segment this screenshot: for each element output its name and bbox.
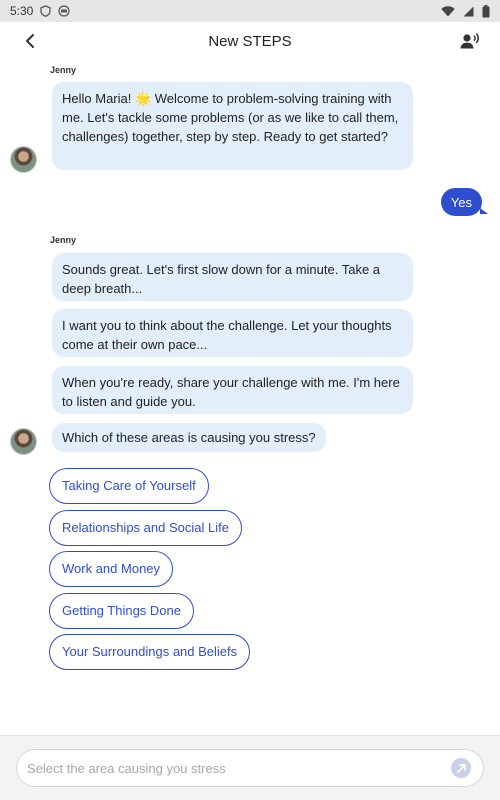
battery-icon <box>482 4 490 18</box>
signal-icon <box>463 6 474 17</box>
bot-message: Which of these areas is causing you stre… <box>52 423 326 452</box>
avatar <box>10 428 37 455</box>
voice-person-icon <box>460 33 479 49</box>
composer-bar <box>0 735 500 800</box>
shield-icon <box>40 5 52 17</box>
bot-message: When you're ready, share your challenge … <box>52 366 413 414</box>
chevron-left-icon <box>26 34 34 48</box>
sender-name: Jenny <box>50 235 77 245</box>
notification-app-icon <box>58 5 71 17</box>
bot-message: Sounds great. Let's first slow down for … <box>52 253 413 301</box>
status-left: 5:30 <box>10 4 71 18</box>
option-chip-self-care[interactable]: Taking Care of Yourself <box>49 468 209 504</box>
sender-name: Jenny <box>50 65 77 75</box>
user-bubble-tail <box>480 208 488 214</box>
option-chip-surroundings-beliefs[interactable]: Your Surroundings and Beliefs <box>49 634 251 670</box>
voice-button[interactable] <box>458 29 482 53</box>
option-chip-relationships[interactable]: Relationships and Social Life <box>49 509 242 546</box>
option-chips: Taking Care of Yourself Relationships an… <box>49 468 251 676</box>
option-chip-work-money[interactable]: Work and Money <box>49 551 174 587</box>
wifi-icon <box>441 5 455 17</box>
app-header: New STEPS <box>0 22 500 60</box>
send-button[interactable] <box>451 758 471 778</box>
bot-message: Hello Maria! 🌟 Welcome to problem-solvin… <box>52 82 413 170</box>
user-message: Yes <box>440 188 482 216</box>
bot-message: I want you to think about the challenge.… <box>52 309 413 357</box>
avatar <box>10 146 37 173</box>
status-time: 5:30 <box>10 4 34 18</box>
send-arrow-icon <box>456 763 466 773</box>
page-title: New STEPS <box>208 32 292 50</box>
chat-area[interactable]: Jenny Hello Maria! 🌟 Welcome to problem-… <box>0 60 500 735</box>
message-input[interactable] <box>27 750 437 786</box>
message-input-box <box>16 749 484 787</box>
status-bar: 5:30 <box>0 0 500 22</box>
status-right <box>441 4 490 18</box>
back-button[interactable] <box>18 29 42 53</box>
option-chip-getting-things-done[interactable]: Getting Things Done <box>49 592 194 629</box>
